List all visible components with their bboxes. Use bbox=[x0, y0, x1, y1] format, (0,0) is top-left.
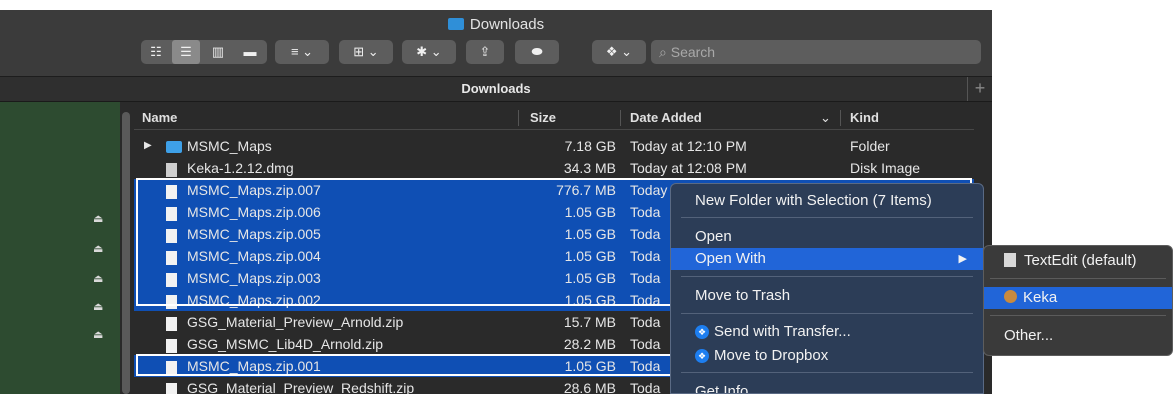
window-title: Downloads bbox=[0, 16, 992, 33]
zip-file-icon bbox=[166, 383, 177, 394]
submenu-item-textedit[interactable]: TextEdit (default) bbox=[984, 250, 1172, 272]
file-size: 7.18 GB bbox=[564, 138, 616, 154]
dropbox-icon: ❖ bbox=[695, 349, 709, 363]
column-header: Name Size Date Added ⌄ Kind bbox=[134, 107, 974, 130]
dropbox-icon: ❖ bbox=[695, 325, 709, 339]
menu-item-get-info[interactable]: Get Info bbox=[671, 381, 983, 393]
file-size: 34.3 MB bbox=[563, 160, 616, 176]
file-date: Today at 12:10 PM bbox=[630, 138, 747, 154]
menu-item-move-to-trash[interactable]: Move to Trash bbox=[671, 285, 983, 307]
column-view-button[interactable]: ▥ bbox=[204, 40, 232, 64]
title-bar: Downloads ☷ ☰ ▥ ▬ ≡ ⌄ ⊞ ⌄ ✱ ⌄ ⇪ ⬬ ❖ ⌄ ⌕ … bbox=[0, 10, 992, 77]
menu-item-send-with-transfer[interactable]: ❖ Send with Transfer... bbox=[671, 321, 983, 343]
folder-icon bbox=[447, 18, 464, 30]
file-date: Toda bbox=[630, 380, 661, 394]
file-size: 28.6 MB bbox=[563, 380, 616, 394]
file-kind: Folder bbox=[850, 138, 890, 154]
column-date-added[interactable]: Date Added bbox=[630, 110, 702, 125]
file-size: 28.2 MB bbox=[563, 336, 616, 352]
search-icon: ⌕ bbox=[659, 44, 667, 60]
submenu-arrow-icon: ▶ bbox=[958, 253, 967, 265]
dropbox-button[interactable]: ❖ ⌄ bbox=[592, 40, 646, 64]
share-button[interactable]: ⇪ bbox=[466, 40, 504, 64]
sidebar: ⏏ ⏏ ⏏ ⏏ ⏏ bbox=[0, 102, 120, 394]
arrange-button[interactable]: ⊞ ⌄ bbox=[339, 40, 393, 64]
add-tab-button[interactable]: + bbox=[967, 77, 992, 101]
file-size: 15.7 MB bbox=[563, 314, 616, 330]
list-view-button[interactable]: ☰ bbox=[172, 40, 200, 64]
group-button[interactable]: ≡ ⌄ bbox=[275, 40, 329, 64]
file-name: GSG_MSMC_Lib4D_Arnold.zip bbox=[187, 336, 384, 352]
file-name: GSG_Material_Preview_Arnold.zip bbox=[187, 314, 404, 330]
textedit-icon bbox=[1004, 253, 1016, 267]
file-name: GSG_Material_Preview_Redshift.zip bbox=[187, 380, 415, 394]
file-date: Toda bbox=[630, 314, 661, 330]
gallery-view-button[interactable]: ▬ bbox=[236, 40, 264, 64]
file-date: Toda bbox=[630, 336, 661, 352]
eject-icon[interactable]: ⏏ bbox=[93, 272, 103, 285]
eject-icon[interactable]: ⏏ bbox=[93, 212, 103, 225]
disk-image-icon bbox=[166, 163, 177, 177]
zip-file-icon bbox=[166, 317, 177, 331]
file-name: Keka-1.2.12.dmg bbox=[187, 160, 294, 176]
menu-item-open-with[interactable]: Open With ▶ bbox=[671, 248, 983, 270]
sidebar-scrollbar[interactable] bbox=[120, 102, 132, 394]
menu-item-new-folder-with-selection[interactable]: New Folder with Selection (7 Items) bbox=[671, 190, 983, 212]
folder-icon bbox=[166, 141, 182, 153]
path-bar: Downloads + bbox=[0, 77, 992, 102]
submenu-item-keka[interactable]: Keka bbox=[984, 287, 1172, 309]
action-button[interactable]: ✱ ⌄ bbox=[402, 40, 456, 64]
column-kind[interactable]: Kind bbox=[850, 110, 879, 125]
menu-item-open[interactable]: Open bbox=[671, 226, 983, 248]
table-row[interactable]: Keka-1.2.12.dmg 34.3 MB Today at 12:08 PM D… bbox=[134, 157, 974, 179]
context-menu: New Folder with Selection (7 Items) Open… bbox=[670, 183, 984, 394]
search-input[interactable]: ⌕ Search bbox=[651, 40, 981, 64]
sort-indicator-icon: ⌄ bbox=[820, 110, 831, 125]
table-row[interactable]: ▶ MSMC_Maps 7.18 GB Today at 12:10 PM Folder bbox=[134, 135, 974, 157]
file-date: Today at 12:08 PM bbox=[630, 160, 747, 176]
column-size[interactable]: Size bbox=[530, 110, 556, 125]
icon-view-button[interactable]: ☷ bbox=[142, 40, 170, 64]
zip-file-icon bbox=[166, 339, 177, 353]
file-kind: Disk Image bbox=[850, 160, 921, 176]
file-name: MSMC_Maps bbox=[187, 138, 272, 154]
open-with-submenu: TextEdit (default) Keka Other... bbox=[983, 245, 1173, 356]
tag-button[interactable]: ⬬ bbox=[515, 40, 559, 64]
keka-icon bbox=[1004, 290, 1017, 303]
eject-icon[interactable]: ⏏ bbox=[93, 300, 103, 313]
column-name[interactable]: Name bbox=[142, 110, 177, 125]
submenu-item-other[interactable]: Other... bbox=[984, 325, 1172, 347]
menu-item-move-to-dropbox[interactable]: ❖ Move to Dropbox bbox=[671, 345, 983, 367]
disclosure-triangle-icon[interactable]: ▶ bbox=[144, 140, 152, 151]
eject-icon[interactable]: ⏏ bbox=[93, 242, 103, 255]
eject-icon[interactable]: ⏏ bbox=[93, 328, 103, 341]
